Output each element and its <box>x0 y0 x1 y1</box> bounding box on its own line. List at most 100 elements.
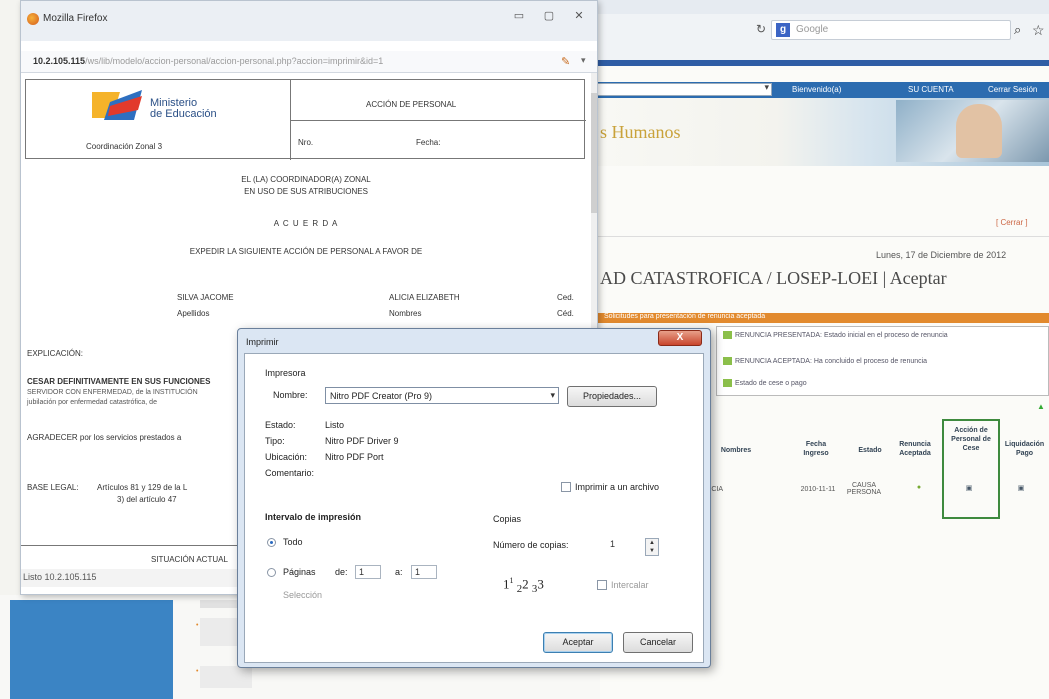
cancel-button[interactable]: Cancelar <box>623 632 693 653</box>
status-icon <box>723 379 732 387</box>
minimize-icon[interactable]: ▭ <box>505 7 533 25</box>
cesar-sub-1: SERVIDOR CON ENFERMEDAD, de la INSTITUCI… <box>27 389 198 396</box>
current-date: Lunes, 17 de Diciembre de 2012 <box>876 250 1007 260</box>
print-to-file-checkbox[interactable] <box>561 482 571 492</box>
doc-heading-2: EN USO DE SUS ATRIBUCIONES <box>244 187 368 196</box>
print-to-file-label: Imprimir a un archivo <box>575 482 660 492</box>
comment-label: Comentario: <box>265 468 315 478</box>
location-label: Ubicación: <box>265 452 308 462</box>
maximize-icon[interactable]: ▢ <box>535 7 563 25</box>
bullet-icon: • <box>196 622 199 629</box>
column-header-liquidacion: Liquidación Pago <box>1004 441 1045 457</box>
legend-item: RENUNCIA PRESENTADA: Estado inicial en e… <box>723 331 948 339</box>
puzzle-icon[interactable]: ✎ <box>561 55 570 68</box>
properties-button[interactable]: Propiedades... <box>567 386 657 407</box>
search-icon[interactable]: ⌕ <box>1014 22 1021 38</box>
payment-icon[interactable]: ▣ <box>1014 484 1028 492</box>
name-label: Nombres <box>389 309 422 318</box>
ministry-name: Ministerio de Educación <box>150 97 217 120</box>
surname-value: SILVA JACOME <box>177 293 234 302</box>
agradecer-line: AGRADECER por los servicios prestados a <box>27 433 182 442</box>
url-text: 10.2.105.115/ws/lib/modelo/accion-person… <box>33 56 384 66</box>
all-pages-label: Todo <box>283 537 303 547</box>
google-icon: g <box>776 23 790 37</box>
current-situation-label: SITUACIÓN ACTUAL <box>151 555 228 564</box>
search-input[interactable]: g Google <box>771 20 1011 40</box>
search-placeholder: Google <box>796 24 829 35</box>
status-value: Listo <box>325 420 345 430</box>
banner-person-image <box>956 104 1002 158</box>
range-group-label: Intervalo de impresión <box>265 512 362 522</box>
status-icon <box>723 331 732 339</box>
surname-label: Apellidos <box>177 309 210 318</box>
url-bar[interactable]: 10.2.105.115/ws/lib/modelo/accion-person… <box>21 51 597 73</box>
copies-input[interactable]: 1 <box>607 538 633 552</box>
nav-account[interactable]: SU CUENTA <box>908 85 954 94</box>
date-label: Fecha: <box>416 138 441 147</box>
accept-check-icon: ● <box>916 484 922 491</box>
doc-acuerda: A C U E R D A <box>273 219 339 228</box>
legend-item: Estado de cese o pago <box>723 379 807 387</box>
chevron-down-icon[interactable]: ▾ <box>581 55 586 66</box>
printer-select-value: Nitro PDF Creator (Pro 9) <box>330 391 433 401</box>
nav-logout[interactable]: Cerrar Sesión <box>988 85 1037 94</box>
doc-heading-1: EL (LA) COORDINADOR(A) ZONAL <box>241 175 371 184</box>
printer-select[interactable]: Nitro PDF Creator (Pro 9) ▾ <box>325 387 559 404</box>
blue-tile <box>10 600 173 699</box>
nav-welcome[interactable]: Bienvenido(a) <box>792 85 841 94</box>
ministry-logo-icon <box>92 90 142 120</box>
footer-placeholder-block <box>200 618 240 646</box>
number-label: Nro. <box>298 138 314 147</box>
copies-count-label: Número de copias: <box>493 540 569 550</box>
legal-basis-value: Artículos 81 y 129 de la L <box>97 483 188 492</box>
to-label: a: <box>395 567 403 577</box>
collate-checkbox[interactable] <box>597 580 607 590</box>
name-value: ALICIA ELIZABETH <box>389 293 460 302</box>
bookmark-star-icon[interactable]: ☆ <box>1032 22 1045 39</box>
page-title: AD CATASTROFICA / LOSEP-LOEI | Aceptar <box>600 268 947 288</box>
collate-illustration-icon: 11 22 33 <box>503 576 544 595</box>
column-header-fecha-ingreso: Fecha Ingreso <box>803 441 829 457</box>
arrow-icon: ▲ <box>1037 402 1045 411</box>
column-header-estado: Estado <box>858 447 882 454</box>
chevron-down-icon: ▾ <box>764 82 769 92</box>
pages-label: Páginas <box>283 567 316 577</box>
reload-icon[interactable]: ↻ <box>756 22 766 36</box>
site-nav-select[interactable]: ▾ <box>596 82 772 96</box>
banner-title: s Humanos <box>600 122 681 142</box>
from-page-input[interactable]: 1 <box>355 565 381 579</box>
copies-spinner[interactable]: ▲ ▼ <box>645 538 659 556</box>
explanation-label: EXPLICACIÓN: <box>27 349 84 358</box>
cell-state: CAUSA PERSONA <box>846 482 882 496</box>
close-button[interactable]: X <box>658 330 702 346</box>
window-title: Mozilla Firefox <box>43 13 108 24</box>
cell-date: 2010-11-11 <box>800 486 836 493</box>
status-text: Listo 10.2.105.115 <box>23 572 97 582</box>
divider <box>596 236 1049 237</box>
cesar-line: CESAR DEFINITIVAMENTE EN SUS FUNCIONES <box>27 377 211 386</box>
copies-group-label: Copias <box>493 514 522 524</box>
pages-radio[interactable] <box>267 568 276 577</box>
status-label: Estado: <box>265 420 296 430</box>
id-label: Céd. <box>557 309 574 318</box>
divider <box>290 120 586 121</box>
to-page-input[interactable]: 1 <box>411 565 437 579</box>
column-header-renuncia: Renuncia Aceptada <box>899 441 931 457</box>
document-header: Ministerio de Educación Coordinación Zon… <box>25 79 586 160</box>
scrollbar-thumb[interactable] <box>591 93 597 213</box>
close-link[interactable]: [ Cerrar ] <box>996 218 1028 227</box>
all-pages-radio[interactable] <box>267 538 276 547</box>
footer-placeholder-block <box>200 666 252 688</box>
highlight-box <box>942 419 1000 519</box>
background-tab-bar <box>596 0 1049 14</box>
collate-label: Intercalar <box>611 580 649 590</box>
id-value: Ced. <box>557 293 574 302</box>
type-value: Nitro PDF Driver 9 <box>325 436 399 446</box>
print-dialog: Imprimir X Impresora Nombre: Nitro PDF C… <box>237 328 711 668</box>
accept-button[interactable]: Aceptar <box>543 632 613 653</box>
bullet-icon: • <box>196 668 199 675</box>
section-header-label: Solicitudes para presentación de renunci… <box>604 313 766 320</box>
printer-name-label: Nombre: <box>273 390 308 400</box>
close-icon[interactable]: ✕ <box>565 7 593 25</box>
action-title: ACCIÓN DE PERSONAL <box>366 100 457 109</box>
